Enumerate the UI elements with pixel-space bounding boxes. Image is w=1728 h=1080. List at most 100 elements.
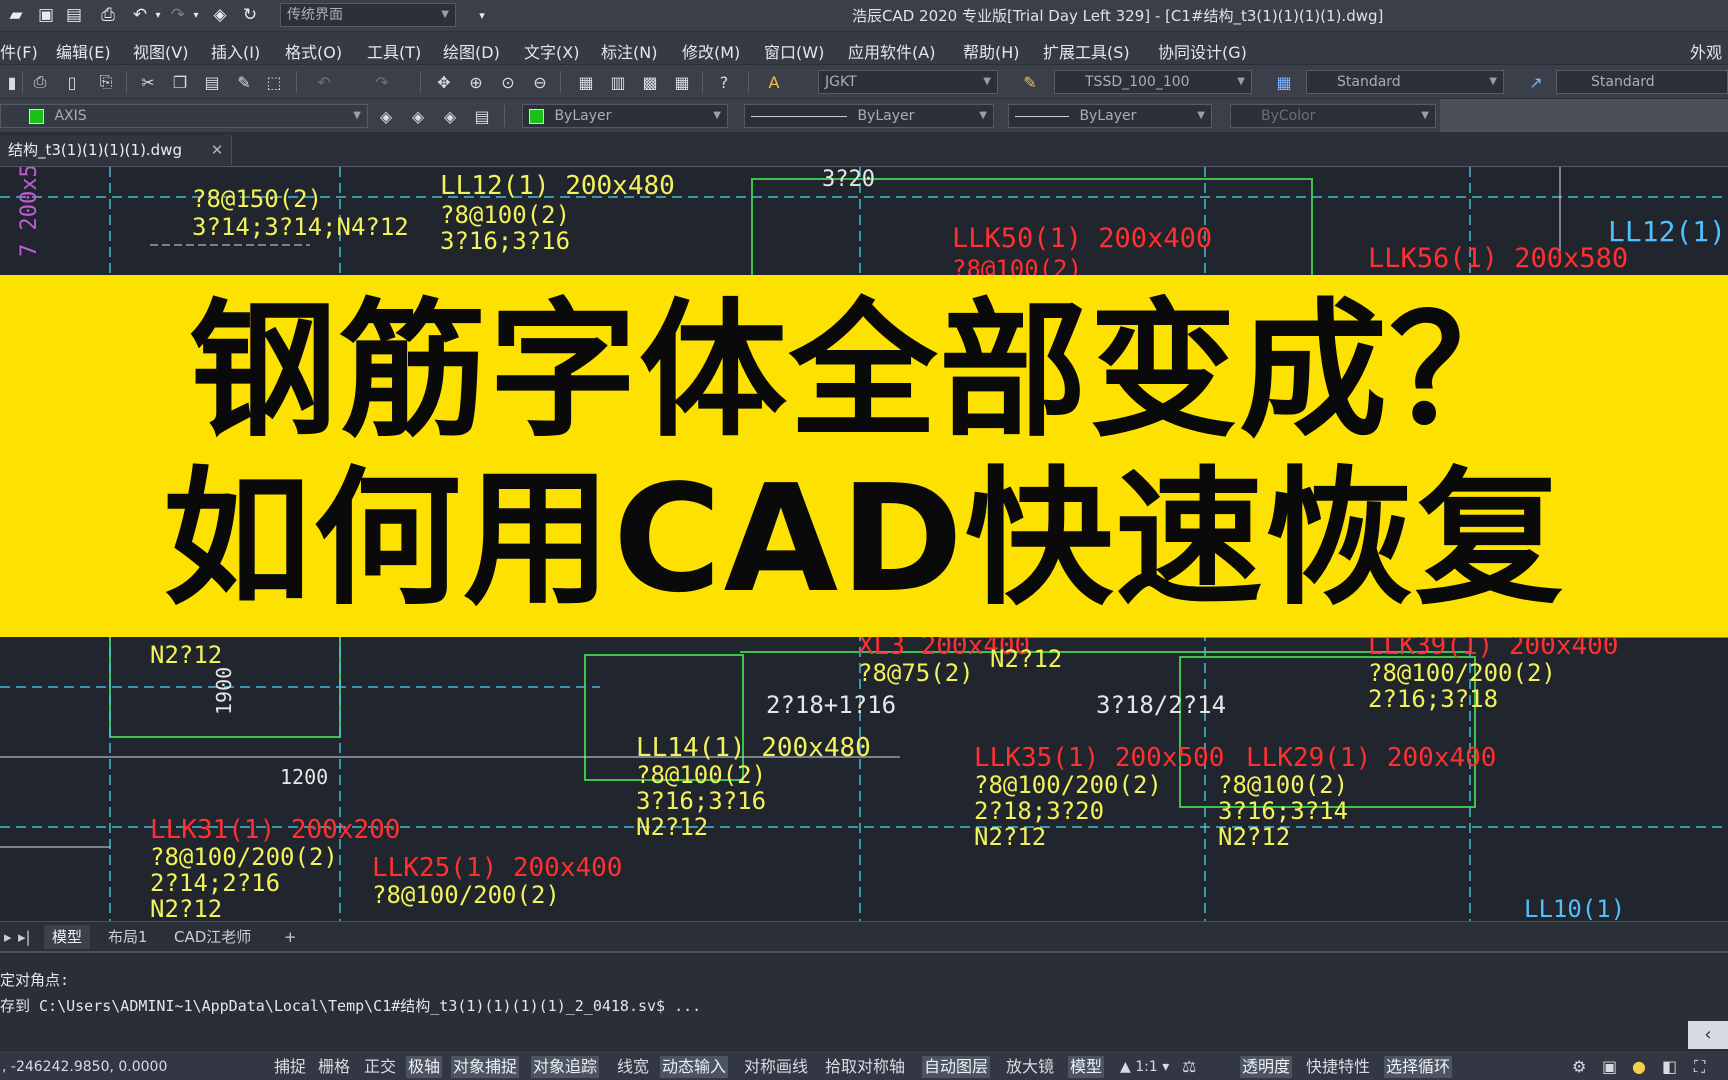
isolate-icon[interactable]: ◧ [1660, 1056, 1679, 1078]
linetype-select[interactable]: ByLayer ▼ [744, 104, 994, 128]
add-tab-button[interactable]: + [276, 925, 305, 949]
mleader-style-icon[interactable]: ↗ [1524, 70, 1548, 94]
annotation-visibility-icon[interactable]: ⚖ [1180, 1056, 1198, 1078]
menu-text[interactable]: 文字(X) [524, 39, 579, 63]
lineweight-select[interactable]: ByLayer ▼ [1008, 104, 1212, 128]
menu-file[interactable]: 件(F) [0, 39, 38, 63]
menu-dimension[interactable]: 标注(N) [601, 39, 657, 63]
fullscreen-icon[interactable]: ⛶ [1692, 1056, 1707, 1078]
toggle-lineweight[interactable]: 线宽 [615, 1056, 651, 1078]
layer-select[interactable]: AXIS ▼ [0, 104, 368, 128]
toggle-osnap[interactable]: 对象捕捉 [451, 1056, 520, 1078]
save-as-icon[interactable]: ▤ [62, 3, 86, 27]
document-tab[interactable]: 结构_t3(1)(1)(1)(1).dwg ✕ [0, 135, 233, 165]
print-icon[interactable]: ⎙ [28, 70, 52, 94]
annotation-scale[interactable]: ▲ 1:1 ▾ [1118, 1056, 1171, 1078]
beam-label: LLK25(1) 200x400 [372, 853, 623, 883]
publish-icon[interactable]: ⎘ [94, 70, 118, 94]
menu-edit[interactable]: 编辑(E) [56, 39, 111, 63]
toggle-symmetric-draw[interactable]: 对称画线 [742, 1056, 810, 1078]
toggle-auto-layer[interactable]: 自动图层 [922, 1056, 991, 1078]
scroll-left-icon[interactable]: ‹ [1688, 1021, 1728, 1049]
menu-help[interactable]: 帮助(H) [963, 39, 1020, 63]
customize-icon[interactable]: ▾ [470, 3, 494, 27]
standard-toolbar: ▮ ⎙ ▯ ⎘ ✂ ❐ ▤ ✎ ⬚ ↶ ↷ ✥ ⊕ ⊙ ⊖ ▦ ▥ ▩ ▦ ? … [0, 65, 1728, 99]
zoom-window-icon[interactable]: ⊙ [496, 70, 520, 94]
properties-panel-icon[interactable]: ▦ [574, 70, 598, 94]
last-tab-icon[interactable]: ▸| [14, 925, 35, 949]
workspace-select[interactable]: 传统界面 ▼ [280, 3, 456, 27]
layer-states-icon[interactable]: ◈ [438, 104, 462, 128]
drawing-canvas[interactable]: 7 200x58 LL12(1) 200x480 ?8@100(2) 3?16;… [0, 166, 1728, 921]
color-select[interactable]: ByLayer ▼ [522, 104, 728, 128]
design-center-icon[interactable]: ▥ [606, 70, 630, 94]
document-tabs: 结构_t3(1)(1)(1)(1).dwg ✕ [0, 133, 1728, 166]
tab-cad-teacher[interactable]: CAD江老师 [166, 925, 259, 949]
zoom-previous-icon[interactable]: ⊖ [528, 70, 552, 94]
layers-icon[interactable]: ◈ [208, 3, 232, 27]
calculator-icon[interactable]: ▦ [670, 70, 694, 94]
tab-model[interactable]: 模型 [44, 925, 91, 949]
toggle-transparency[interactable]: 透明度 [1240, 1056, 1293, 1078]
help-icon[interactable]: ? [712, 70, 736, 94]
redo-dropdown-icon[interactable]: ▾ [184, 3, 208, 27]
menu-modify[interactable]: 修改(M) [682, 39, 740, 63]
preview-icon[interactable]: ▯ [60, 70, 84, 94]
dim-style-icon[interactable]: ✎ [1018, 70, 1042, 94]
menu-appearance[interactable]: 外观 [1690, 39, 1722, 63]
menu-view[interactable]: 视图(V) [133, 39, 188, 63]
lock-icon[interactable]: ▣ [1600, 1056, 1619, 1078]
table-style-icon[interactable]: ▦ [1272, 70, 1296, 94]
cut-icon[interactable]: ✂ [136, 70, 160, 94]
command-window[interactable]: 定对角点: 存到 C:\Users\ADMINI~1\AppData\Local… [0, 951, 1728, 1050]
table-style-select[interactable]: Standard ▼ [1306, 70, 1504, 94]
menu-insert[interactable]: 插入(I) [211, 39, 260, 63]
mleader-style-select[interactable]: Standard [1556, 70, 1728, 94]
block-editor-icon[interactable]: ⬚ [262, 70, 286, 94]
menu-applications[interactable]: 应用软件(A) [848, 39, 935, 63]
print-icon[interactable]: ⎙ [96, 3, 120, 27]
toggle-magnifier[interactable]: 放大镜 [1004, 1056, 1056, 1078]
tab-layout1[interactable]: 布局1 [100, 925, 156, 949]
paste-icon[interactable]: ▤ [200, 70, 224, 94]
properties-icon[interactable]: ▮ [0, 70, 24, 94]
menu-window[interactable]: 窗口(W) [764, 39, 824, 63]
toggle-snap[interactable]: 捕捉 [272, 1056, 308, 1078]
refresh-icon[interactable]: ↻ [238, 3, 262, 27]
toggle-selection-cycling[interactable]: 选择循环 [1384, 1056, 1453, 1078]
menu-collaboration[interactable]: 协同设计(G) [1158, 39, 1247, 63]
toggle-grid[interactable]: 栅格 [316, 1056, 352, 1078]
chevron-down-icon: ▼ [441, 9, 449, 20]
toggle-quick-properties[interactable]: 快捷特性 [1304, 1056, 1372, 1078]
toggle-polar[interactable]: 极轴 [406, 1056, 443, 1078]
copy-icon[interactable]: ❐ [168, 70, 192, 94]
make-current-icon[interactable]: ▤ [470, 104, 494, 128]
undo-icon[interactable]: ↶ [312, 70, 336, 94]
layer-properties-icon[interactable]: ◈ [374, 104, 398, 128]
close-icon[interactable]: ✕ [211, 141, 224, 159]
gear-icon[interactable]: ⚙ [1570, 1056, 1588, 1078]
redo-icon[interactable]: ↷ [370, 70, 394, 94]
lightbulb-icon[interactable]: ● [1630, 1056, 1648, 1078]
dim-style-select[interactable]: TSSD_100_100 ▼ [1054, 70, 1252, 94]
toggle-otrack[interactable]: 对象追踪 [531, 1056, 600, 1078]
match-properties-icon[interactable]: ✎ [232, 70, 256, 94]
text-style-select[interactable]: JGKT ▼ [818, 70, 998, 94]
open-icon[interactable]: ▰ [4, 3, 28, 27]
menu-draw[interactable]: 绘图(D) [443, 39, 500, 63]
toggle-ortho[interactable]: 正交 [362, 1056, 398, 1078]
tool-palette-icon[interactable]: ▩ [638, 70, 662, 94]
beam-label: LL14(1) 200x480 [636, 733, 871, 763]
zoom-realtime-icon[interactable]: ⊕ [464, 70, 488, 94]
toggle-pick-axis[interactable]: 拾取对称轴 [823, 1056, 907, 1078]
menu-format[interactable]: 格式(O) [285, 39, 342, 63]
layer-previous-icon[interactable]: ◈ [406, 104, 430, 128]
text-style-icon[interactable]: A [762, 70, 786, 94]
menu-tools[interactable]: 工具(T) [367, 39, 421, 63]
plotstyle-select[interactable]: ByColor ▼ [1230, 104, 1436, 128]
toggle-dynamic-input[interactable]: 动态输入 [660, 1056, 729, 1078]
menu-extensions[interactable]: 扩展工具(S) [1043, 39, 1130, 63]
save-icon[interactable]: ▣ [34, 3, 58, 27]
pan-icon[interactable]: ✥ [432, 70, 456, 94]
toggle-model[interactable]: 模型 [1068, 1056, 1105, 1078]
